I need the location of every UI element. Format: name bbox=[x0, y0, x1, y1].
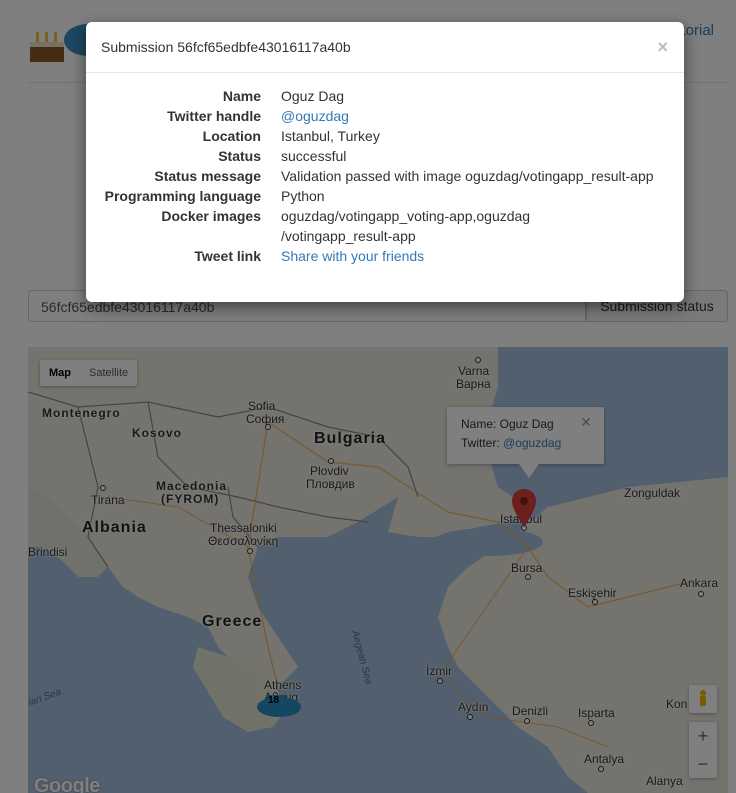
detail-value: Share with your friends bbox=[281, 246, 671, 266]
detail-value: Python bbox=[281, 188, 325, 204]
detail-term: Status bbox=[218, 148, 261, 164]
modal-close-button[interactable]: × bbox=[657, 37, 668, 58]
detail-value: Validation passed with image oguzdag/vot… bbox=[281, 168, 654, 184]
detail-term: Docker images bbox=[161, 208, 261, 224]
detail-value: Oguz Dag bbox=[281, 88, 345, 104]
detail-term: Name bbox=[222, 88, 261, 104]
detail-term: Location bbox=[202, 128, 261, 144]
share-tweet-link[interactable]: Share with your friends bbox=[281, 248, 424, 264]
detail-term: Status message bbox=[154, 168, 261, 184]
detail-value: Istanbul, Turkey bbox=[281, 128, 380, 144]
detail-term: Twitter handle bbox=[167, 108, 261, 124]
twitter-handle-link[interactable]: @oguzdag bbox=[281, 108, 349, 124]
detail-term: Tweet link bbox=[194, 248, 261, 264]
detail-value: oguzdag/votingapp_voting-app,oguzdag /vo… bbox=[281, 208, 531, 244]
modal-header: Submission 56fcf65edbfe43016117a40b × bbox=[86, 22, 684, 73]
detail-term: Programming language bbox=[104, 188, 261, 204]
detail-value: @oguzdag bbox=[281, 106, 671, 126]
modal-title: Submission 56fcf65edbfe43016117a40b bbox=[101, 39, 351, 55]
submission-modal: Submission 56fcf65edbfe43016117a40b × Na… bbox=[86, 22, 684, 302]
detail-value: successful bbox=[281, 148, 347, 164]
